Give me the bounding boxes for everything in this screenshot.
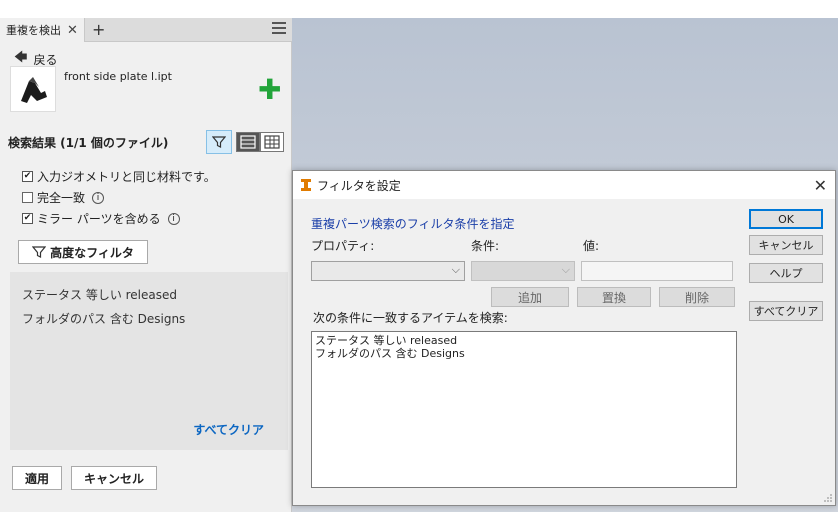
grid-view-icon: [264, 135, 280, 149]
condition-list: ステータス 等しい released フォルダのパス 含む Designs すべ…: [10, 272, 288, 450]
filter-icon: [212, 136, 226, 148]
replace-button[interactable]: 置換: [577, 287, 651, 307]
menu-icon[interactable]: [272, 22, 286, 34]
dialog-titlebar[interactable]: フィルタを設定 ✕: [293, 171, 835, 199]
match-label: 次の条件に一致するアイテムを検索:: [313, 311, 508, 325]
dialog-title: フィルタを設定: [317, 178, 401, 193]
close-icon[interactable]: ✕: [67, 23, 78, 38]
condition-item: フォルダのパス 含む Designs: [22, 312, 186, 326]
property-label: プロパティ:: [311, 239, 375, 253]
conditions-textarea[interactable]: ステータス 等しい released フォルダのパス 含む Designs: [311, 331, 737, 488]
checkbox-label: ミラー パーツを含める: [37, 212, 161, 226]
dialog-clear-all-button[interactable]: すべてクリア: [749, 301, 823, 321]
top-strip: [0, 0, 838, 18]
tab-find-duplicates[interactable]: 重複を検出 ✕: [0, 18, 85, 42]
resize-grip-icon[interactable]: [823, 493, 833, 503]
back-label: 戻る: [33, 52, 58, 67]
find-duplicates-panel: 重複を検出 ✕ + 🡄 戻る front side plate l.ipt ✚ …: [0, 18, 292, 512]
grid-view-button[interactable]: [260, 132, 284, 152]
add-icon[interactable]: ✚: [258, 76, 281, 104]
condition-item: ステータス 等しい released: [315, 334, 458, 347]
checkbox-label: 入力ジオメトリと同じ材料です。: [37, 170, 216, 184]
chevron-down-icon: ⌵: [561, 263, 570, 276]
filter-icon: [32, 246, 47, 258]
list-view-icon: [240, 135, 256, 149]
same-material-checkbox[interactable]: ✔ 入力ジオメトリと同じ材料です。: [22, 168, 216, 185]
property-dropdown[interactable]: ⌵: [311, 261, 465, 281]
dialog-cancel-button[interactable]: キャンセル: [749, 235, 823, 255]
info-icon[interactable]: i: [167, 212, 180, 225]
help-button[interactable]: ヘルプ: [749, 263, 823, 283]
list-view-button[interactable]: [236, 132, 260, 152]
chevron-down-icon: ⌵: [451, 263, 460, 276]
value-label: 値:: [583, 239, 600, 253]
part-thumbnail: [10, 66, 56, 112]
dialog-heading: 重複パーツ検索のフィルタ条件を指定: [311, 217, 515, 231]
view-toggle: [236, 132, 284, 152]
checkbox-unchecked-icon: [22, 192, 33, 203]
clear-all-link[interactable]: すべてクリア: [193, 421, 264, 438]
apply-button[interactable]: 適用: [12, 466, 62, 490]
advanced-filter-label: 高度なフィルタ: [50, 245, 134, 260]
condition-dropdown[interactable]: ⌵: [471, 261, 575, 281]
checkbox-checked-icon: ✔: [22, 213, 33, 224]
condition-item: フォルダのパス 含む Designs: [315, 347, 465, 360]
cancel-button[interactable]: キャンセル: [71, 466, 157, 490]
filter-button[interactable]: [206, 130, 232, 154]
condition-label: 条件:: [471, 239, 500, 253]
checkbox-label: 完全一致: [37, 191, 86, 205]
tab-label: 重複を検出: [6, 24, 61, 37]
include-mirror-checkbox[interactable]: ✔ ミラー パーツを含める i: [22, 210, 180, 227]
exact-match-checkbox[interactable]: 完全一致 i: [22, 189, 105, 206]
value-input[interactable]: [581, 261, 733, 281]
checkbox-checked-icon: ✔: [22, 171, 33, 182]
file-name: front side plate l.ipt: [64, 70, 172, 83]
results-title: 検索結果 (1/1 個のファイル): [8, 136, 169, 150]
delete-button[interactable]: 削除: [659, 287, 735, 307]
condition-item: ステータス 等しい released: [22, 288, 178, 302]
add-tab-icon[interactable]: +: [92, 20, 105, 39]
advanced-filter-button[interactable]: 高度なフィルタ: [18, 240, 148, 264]
filter-dialog: フィルタを設定 ✕ 重複パーツ検索のフィルタ条件を指定 プロパティ: 条件: 値…: [292, 170, 836, 506]
app-icon: [301, 179, 311, 191]
ok-button[interactable]: OK: [749, 209, 823, 229]
info-icon[interactable]: i: [92, 191, 105, 204]
add-button[interactable]: 追加: [491, 287, 569, 307]
panel-tab-bar: 重複を検出 ✕ +: [0, 18, 292, 42]
close-icon[interactable]: ✕: [814, 176, 827, 195]
